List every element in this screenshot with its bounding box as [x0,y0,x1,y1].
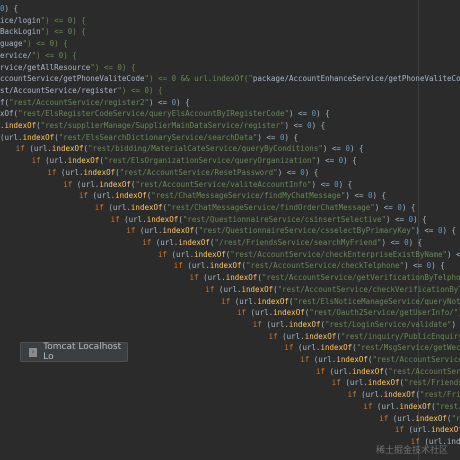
code-line[interactable]: guage") <= 0) { [0,38,460,49]
code-line[interactable]: st/AccountService/register") <= 0) { [0,85,460,96]
code-line[interactable]: if (url.indexOf("/rest/FriendsService/se… [142,237,460,248]
code-line[interactable]: if (url.indexOf("rest/AccountService/Res… [47,167,460,178]
code-line[interactable]: rvice/getAllResource") <= 0) { [0,62,460,73]
code-line[interactable]: xOf("rest/ElsRegisterCodeService/queryEl… [0,108,460,119]
code-line[interactable]: if (url.indexOf("rest/MsgService/getWech… [284,342,460,353]
code-line[interactable]: if (url.indexOf("rest/Oauth2Service/getU… [237,307,460,318]
code-line[interactable]: if (url.indexOf("rest/ElsNoticeManageSer… [221,296,460,307]
code-line[interactable]: if (url.indexOf("rest/FriendsSer [348,389,460,400]
code-line[interactable]: if (url.indexOf("rest/AccountService/che… [205,284,460,295]
code-line[interactable]: ccountService/getPhoneValiteCode") <= 0 … [0,73,460,84]
code-line[interactable]: if (url.indexOf("rest/FriendsServi [332,377,460,388]
code-line[interactable]: 0) { [0,3,460,14]
code-line[interactable]: if (url.indexOf [395,424,460,435]
tool-window-label: Tomcat Localhost Lo [43,342,122,362]
code-line[interactable]: if (url.indexOf("rest/AccountService/val… [63,179,460,190]
code-line[interactable]: .indexOf("rest/supplierManage/SupplierMa… [0,120,460,131]
code-line[interactable]: if (url.indexOf("rest/ChatMessageService… [95,202,460,213]
code-line[interactable]: if (url.indexOf("rest/M [379,413,460,424]
code-line[interactable]: ervice/") <= 0) { [0,50,460,61]
code-line[interactable]: if (url.indexOf("rest/ElsOrganizationSer… [32,155,460,166]
code-line[interactable]: if (url.indexOf("rest/QuestionnaireServi… [111,214,460,225]
code-line[interactable]: if (url.indexOf("rest/ChatMessageService… [79,190,460,201]
code-line[interactable]: (url.indexOf("rest/ElsSearchDictionarySe… [0,132,460,143]
code-line[interactable]: if (url.indexOf("rest/AccountService/ch [316,366,460,377]
code-editor[interactable]: 0) {ice/login") <= 0) {BackLogin") <= 0)… [0,0,460,460]
tool-window-popup[interactable]: › Tomcat Localhost Lo [20,342,128,362]
code-line[interactable]: if (url.indexOf("rest/AccountService/get… [190,272,460,283]
code-line[interactable]: ice/login") <= 0) { [0,15,460,26]
code-line[interactable]: if (url.indexOf("rest/AccountService/che… [174,260,460,271]
code-line[interactable]: BackLogin") <= 0) { [0,26,460,37]
code-line[interactable]: f("rest/AccountService/register2") <= 0)… [0,97,460,108]
code-line[interactable]: if (url.indexOf("rest/Frie [363,401,460,412]
watermark: 稀土掘金技术社区 [375,446,448,456]
code-line[interactable]: if (url.indexOf("rest/AccountService/che… [158,249,460,260]
code-line[interactable]: if (url.indexOf("rest/inquiry/PublicEnqu… [269,331,460,342]
code-line[interactable]: if (url.indexOf("rest/AccountService/che… [300,354,460,365]
terminal-icon: › [29,347,38,357]
code-line[interactable]: if (url.indexOf("rest/LoginService/valid… [253,319,460,330]
code-line[interactable]: if (url.indexOf("rest/bidding/MaterialCa… [16,143,460,154]
code-line[interactable]: if (url.indexOf("rest/QuestionnaireServi… [126,225,460,236]
